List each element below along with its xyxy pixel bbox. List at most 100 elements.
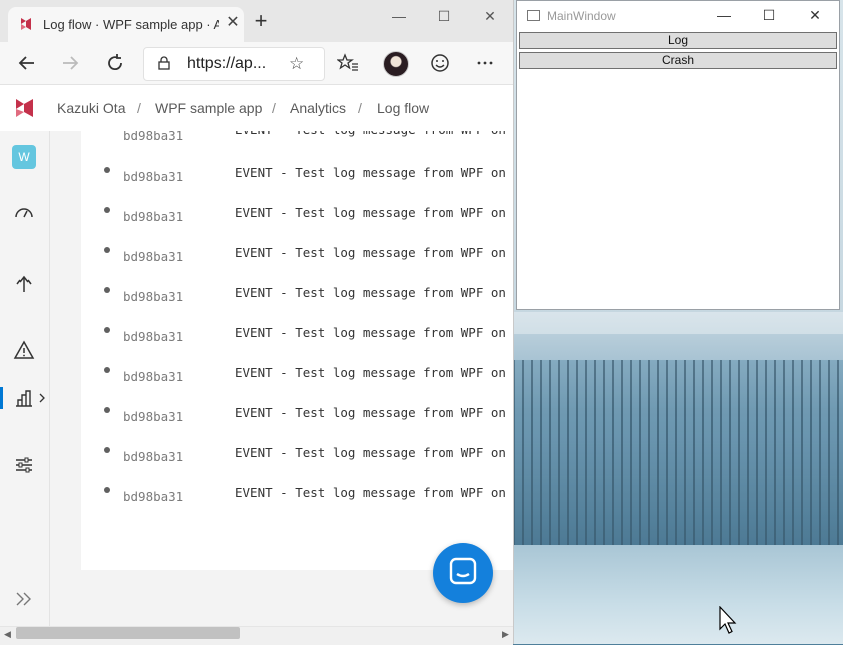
log-row[interactable]: bd98ba31 EVENT - Test log message from WP…: [81, 405, 513, 448]
analytics-icon[interactable]: [13, 387, 35, 409]
log-id: bd98ba31: [123, 209, 184, 224]
log-id: bd98ba31: [123, 489, 184, 504]
log-row[interactable]: bd98ba31 EVENT - Test log message from WP…: [81, 485, 513, 528]
bullet-icon: [104, 207, 110, 213]
crash-button[interactable]: Crash: [519, 52, 837, 69]
settings-sliders-icon[interactable]: [13, 454, 35, 476]
dashboard-icon[interactable]: [13, 202, 35, 224]
browser-toolbar: https://ap... ☆: [0, 42, 513, 85]
log-row[interactable]: bd98ba31 EVENT - Test log message from WP…: [81, 365, 513, 408]
log-row[interactable]: bd98ba31 EVENT - Test log message from WP…: [81, 245, 513, 288]
tab-bar: Log flow · WPF sample app · App ✕ + — ☐ …: [0, 0, 513, 42]
favorites-icon[interactable]: [337, 52, 359, 74]
log-row[interactable]: bd98ba31 EVENT - Test log message from WP…: [81, 285, 513, 328]
log-row[interactable]: bd98ba31 EVENT - Test log message from WP…: [81, 205, 513, 248]
bullet-icon: [104, 167, 110, 173]
tab-title: Log flow · WPF sample app · App: [43, 17, 219, 32]
back-icon[interactable]: [16, 52, 38, 74]
maximize-icon[interactable]: ☐: [434, 8, 454, 24]
chat-icon: [449, 557, 477, 585]
log-message: EVENT - Test log message from WPF on: [235, 131, 506, 137]
wallpaper-trees: [513, 360, 843, 560]
address-bar[interactable]: https://ap... ☆: [143, 47, 325, 81]
scroll-left-icon[interactable]: ◀: [4, 629, 11, 640]
scrollbar-thumb[interactable]: [16, 627, 240, 639]
wallpaper-ice: [513, 545, 843, 644]
address-text: https://ap...: [187, 55, 267, 72]
more-icon[interactable]: [474, 52, 496, 74]
log-id: bd98ba31: [123, 289, 184, 304]
app-center-favicon-icon: [21, 18, 31, 30]
window-icon: [527, 10, 540, 21]
log-list: bd98ba31 EVENT - Test log message from WP…: [81, 131, 513, 570]
log-id: bd98ba31: [123, 369, 184, 384]
log-id: bd98ba31: [123, 409, 184, 424]
chevron-right-icon: [39, 393, 45, 403]
browser-tab[interactable]: Log flow · WPF sample app · App ✕: [8, 7, 244, 42]
favorite-star-icon[interactable]: ☆: [289, 54, 304, 74]
log-row[interactable]: bd98ba31 EVENT - Test log message from WP…: [81, 165, 513, 208]
bullet-icon: [104, 287, 110, 293]
bullet-icon: [104, 367, 110, 373]
log-row[interactable]: bd98ba31 EVENT - Test log message from WP…: [81, 325, 513, 368]
chat-button[interactable]: [433, 543, 493, 603]
log-message: EVENT - Test log message from WPF on: [235, 365, 506, 380]
bullet-icon: [104, 407, 110, 413]
log-message: EVENT - Test log message from WPF on: [235, 485, 506, 500]
log-row[interactable]: bd98ba31 EVENT - Test log message from WP…: [81, 131, 513, 165]
log-message: EVENT - Test log message from WPF on: [235, 285, 506, 300]
log-message: EVENT - Test log message from WPF on: [235, 325, 506, 340]
bullet-icon: [104, 447, 110, 453]
log-id: bd98ba31: [123, 249, 184, 264]
bullet-icon: [104, 247, 110, 253]
log-message: EVENT - Test log message from WPF on: [235, 405, 506, 420]
log-button[interactable]: Log: [519, 32, 837, 49]
log-message: EVENT - Test log message from WPF on: [235, 245, 506, 260]
log-row[interactable]: bd98ba31 EVENT - Test log message from WP…: [81, 445, 513, 488]
sidebar: W: [0, 131, 50, 644]
forward-icon[interactable]: [59, 52, 81, 74]
mouse-cursor-icon: [719, 606, 737, 634]
expand-icon[interactable]: [13, 588, 35, 610]
log-message: EVENT - Test log message from WPF on: [235, 445, 506, 460]
scroll-right-icon[interactable]: ▶: [502, 629, 509, 640]
lock-icon: [158, 56, 170, 70]
wallpaper-cloud-band: [513, 312, 843, 334]
horizontal-scrollbar[interactable]: ◀ ▶: [0, 626, 513, 645]
warning-icon[interactable]: [13, 339, 35, 361]
active-indicator: [0, 387, 3, 409]
wpf-window-title: MainWindow: [547, 9, 616, 23]
breadcrumb-separator: /: [137, 100, 141, 116]
minimize-icon[interactable]: —: [715, 7, 733, 23]
app-badge[interactable]: W: [12, 145, 36, 169]
tab-close-icon[interactable]: ✕: [224, 14, 242, 32]
log-id: bd98ba31: [123, 131, 184, 143]
wpf-main-window: MainWindow — ☐ ✕ Log Crash: [516, 0, 840, 310]
close-icon[interactable]: ✕: [806, 7, 824, 23]
refresh-icon[interactable]: [104, 52, 126, 74]
wpf-title-bar[interactable]: MainWindow — ☐ ✕: [517, 1, 839, 30]
close-window-icon[interactable]: ✕: [480, 8, 500, 24]
breadcrumb-item-owner[interactable]: Kazuki Ota: [57, 100, 125, 116]
breadcrumb-separator: /: [358, 100, 362, 116]
log-id: bd98ba31: [123, 449, 184, 464]
deploy-icon[interactable]: [13, 272, 35, 294]
log-message: EVENT - Test log message from WPF on: [235, 165, 506, 180]
app-center-logo-icon[interactable]: [13, 96, 37, 120]
browser-window: Log flow · WPF sample app · App ✕ + — ☐ …: [0, 0, 514, 645]
bullet-icon: [104, 327, 110, 333]
maximize-icon[interactable]: ☐: [760, 7, 778, 23]
breadcrumb-item-log-flow[interactable]: Log flow: [377, 100, 429, 116]
breadcrumb: Kazuki Ota / WPF sample app / Analytics …: [0, 85, 513, 132]
log-id: bd98ba31: [123, 169, 184, 184]
breadcrumb-item-app[interactable]: WPF sample app: [155, 100, 262, 116]
emoji-icon[interactable]: [429, 52, 451, 74]
avatar[interactable]: [383, 51, 409, 77]
bullet-icon: [104, 487, 110, 493]
breadcrumb-item-analytics[interactable]: Analytics: [290, 100, 346, 116]
minimize-icon[interactable]: —: [389, 8, 409, 24]
log-message: EVENT - Test log message from WPF on: [235, 205, 506, 220]
breadcrumb-separator: /: [272, 100, 276, 116]
log-id: bd98ba31: [123, 329, 184, 344]
new-tab-button[interactable]: +: [251, 10, 271, 32]
